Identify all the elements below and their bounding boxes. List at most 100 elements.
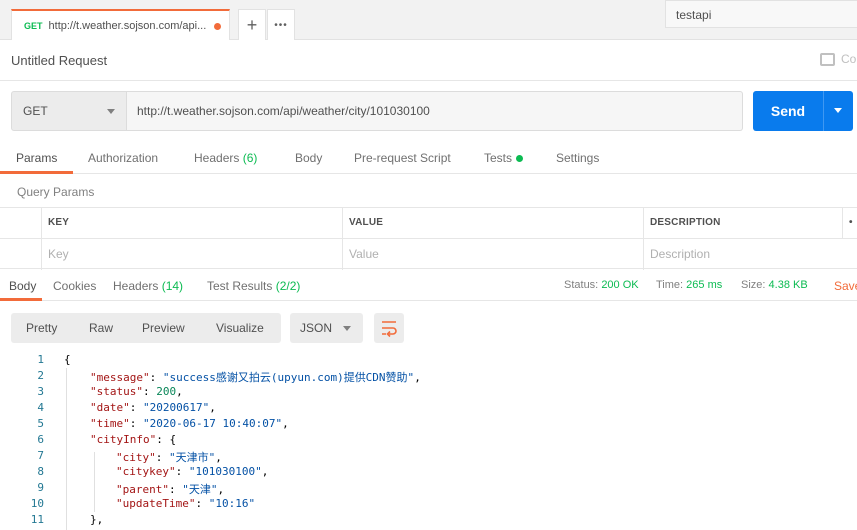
tab-cookies[interactable]: Cookies	[53, 279, 96, 293]
format-select[interactable]: JSON	[290, 313, 363, 343]
line-number: 3	[37, 385, 44, 398]
time-readout: Time: 265 ms	[656, 279, 723, 291]
tests-status-dot-icon	[516, 155, 524, 163]
line-number: 9	[37, 481, 44, 494]
response-body-editor[interactable]: 1{2 "message": "success感谢又拍云(upyun.com)提供…	[0, 352, 857, 530]
tab-body[interactable]: Body	[295, 151, 322, 165]
wrap-lines-button[interactable]	[374, 313, 404, 343]
line-number: 1	[37, 353, 44, 366]
json-value: "天津市"	[169, 451, 216, 464]
code-text: "status": 200,	[90, 385, 183, 398]
tab-tests[interactable]: Tests	[484, 151, 524, 165]
tab-method: GET	[24, 20, 43, 31]
code-line: 5 "time": "2020-06-17 10:40:07",	[0, 417, 857, 433]
line-number: 2	[37, 369, 44, 382]
request-tabs: Params Authorization Headers (6) Body Pr…	[0, 144, 857, 174]
json-value: "天津"	[182, 483, 218, 496]
visualize-button[interactable]: Visualize	[216, 321, 264, 335]
row-checkbox[interactable]	[0, 239, 41, 270]
response-view-toolbar: Pretty Raw Preview Visualize	[11, 313, 281, 343]
code-line: 1{	[0, 353, 857, 369]
format-value: JSON	[300, 321, 333, 335]
wrap-lines-icon	[382, 321, 397, 338]
tab-authorization[interactable]: Authorization	[88, 151, 158, 165]
column-options-icon[interactable]: •	[842, 208, 857, 239]
request-tab[interactable]: GET http://t.weather.sojson.com/api...	[11, 9, 230, 40]
code-line: 7 "city": "天津市",	[0, 449, 857, 465]
json-key: "status"	[90, 385, 143, 398]
send-options-chevron-icon[interactable]	[823, 91, 853, 131]
json-value: "2020-06-17 10:40:07"	[143, 417, 283, 430]
send-button[interactable]: Send	[753, 91, 823, 131]
comment-icon	[820, 52, 835, 66]
query-params-table: KEY VALUE DESCRIPTION • Key Value Descri…	[0, 207, 857, 270]
checkbox-column-header	[0, 208, 41, 239]
line-number: 4	[37, 401, 44, 414]
raw-button[interactable]: Raw	[89, 321, 113, 335]
tab-response-body[interactable]: Body	[9, 279, 36, 293]
pretty-button[interactable]: Pretty	[26, 321, 57, 335]
description-column-header: DESCRIPTION	[643, 208, 842, 239]
json-value: 200	[156, 385, 177, 398]
request-title[interactable]: Untitled Request	[11, 53, 107, 68]
code-text: {	[64, 353, 71, 366]
code-line: 9 "parent": "天津",	[0, 481, 857, 497]
size-value: 4.38 KB	[768, 279, 808, 291]
value-input[interactable]: Value	[342, 239, 643, 270]
status-readout: Status: 200 OK	[564, 279, 639, 291]
json-key: "city"	[116, 451, 156, 464]
json-value: {	[169, 433, 177, 446]
json-key: "citykey"	[116, 465, 176, 478]
tab-settings[interactable]: Settings	[556, 151, 599, 165]
value-column-header: VALUE	[342, 208, 643, 239]
code-text: "date": "20200617",	[90, 401, 216, 414]
new-tab-button[interactable]: +	[238, 9, 266, 40]
description-input[interactable]: Description	[643, 239, 857, 270]
tab-response-headers[interactable]: Headers (14)	[113, 279, 183, 293]
json-key: "updateTime"	[116, 497, 196, 510]
code-text: "message": "success感谢又拍云(upyun.com)提供CDN…	[90, 371, 421, 384]
code-text: "cityInfo": {	[90, 433, 177, 446]
query-params-label: Query Params	[17, 185, 95, 199]
line-number: 6	[37, 433, 44, 446]
tab-headers[interactable]: Headers (6)	[194, 151, 257, 165]
preview-button[interactable]: Preview	[142, 321, 185, 335]
time-value: 265 ms	[686, 279, 723, 291]
method-select[interactable]: GET	[11, 91, 127, 131]
key-input[interactable]: Key	[41, 239, 342, 270]
save-response-button[interactable]: Save	[834, 279, 857, 293]
line-number: 11	[30, 513, 44, 526]
headers-count-badge: (6)	[242, 151, 258, 165]
json-value: "20200617"	[143, 401, 210, 414]
table-header-row: KEY VALUE DESCRIPTION •	[0, 207, 857, 239]
code-text: "parent": "天津",	[116, 483, 225, 496]
tab-params[interactable]: Params	[16, 151, 57, 165]
method-value: GET	[23, 104, 48, 118]
more-tabs-button[interactable]: •••	[267, 9, 295, 40]
tab-pre-request-script[interactable]: Pre-request Script	[354, 151, 451, 165]
status-value: 200 OK	[601, 279, 639, 291]
unsaved-dot-icon	[214, 23, 221, 30]
active-tab-indicator	[0, 171, 73, 174]
request-tab-strip: GET http://t.weather.sojson.com/api... +…	[0, 0, 857, 40]
code-line: 8 "citykey": "101030100",	[0, 465, 857, 481]
comments-button[interactable]: Co	[820, 52, 856, 66]
json-key: "cityInfo"	[90, 433, 157, 446]
size-readout: Size: 4.38 KB	[741, 279, 808, 291]
code-line: 10 "updateTime": "10:16"	[0, 497, 857, 513]
test-results-badge: (2/2)	[275, 279, 301, 293]
json-key: "time"	[90, 417, 130, 430]
code-text: "citykey": "101030100",	[116, 465, 269, 478]
tab-test-results[interactable]: Test Results (2/2)	[207, 279, 300, 293]
line-number: 5	[37, 417, 44, 430]
json-key: "message"	[90, 371, 150, 384]
active-response-tab-indicator	[0, 298, 42, 301]
code-line: 6 "cityInfo": {	[0, 433, 857, 449]
code-text: "time": "2020-06-17 10:40:07",	[90, 417, 289, 430]
environment-select[interactable]: testapi	[665, 0, 857, 28]
code-text: },	[90, 513, 104, 526]
chevron-down-icon	[343, 326, 351, 331]
table-row: Key Value Description	[0, 238, 857, 270]
code-text: "city": "天津市",	[116, 451, 222, 464]
url-input[interactable]: http://t.weather.sojson.com/api/weather/…	[127, 91, 743, 131]
